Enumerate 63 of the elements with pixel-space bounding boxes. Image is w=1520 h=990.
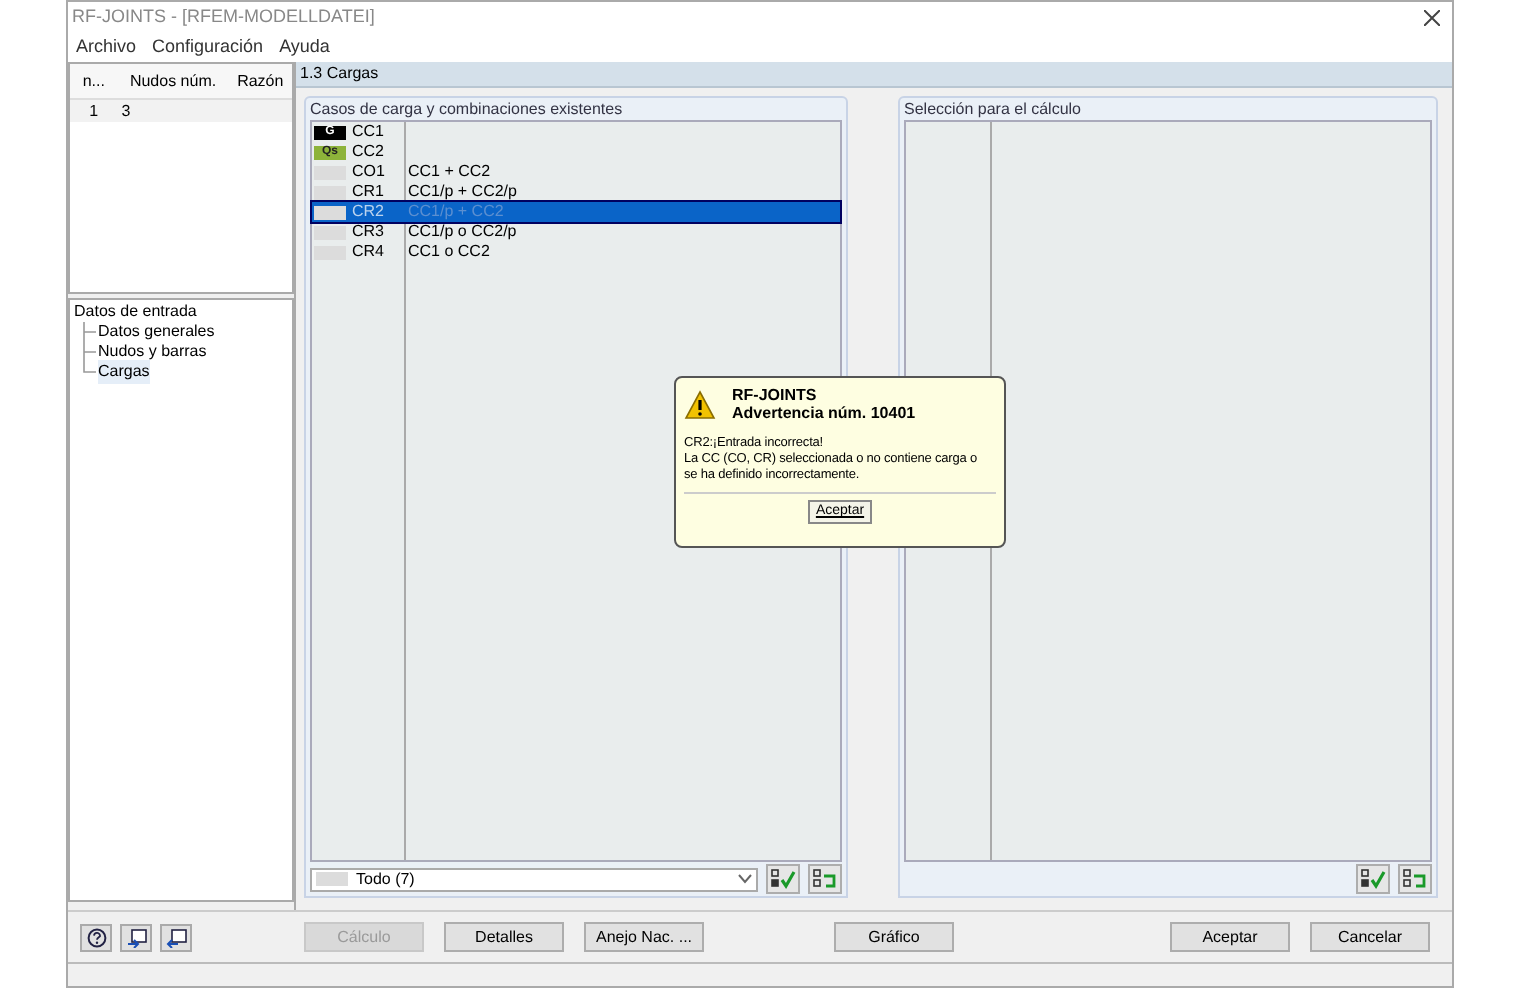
dialog-button[interactable]: Aceptar — [1170, 922, 1290, 952]
tree-item[interactable]: Nudos y barras — [98, 340, 207, 364]
load-case-name: CR3 — [350, 220, 387, 244]
invert-selection-button[interactable] — [1398, 864, 1432, 894]
warning-icon — [684, 390, 716, 420]
load-case-row[interactable]: CR2 CC1/p + CC2 — [312, 202, 840, 222]
load-case-row[interactable]: CR1 CC1/p + CC2/p — [312, 182, 840, 202]
group-title: Selección para el cálculo — [904, 97, 1081, 121]
swap-checkbox-icon — [812, 868, 839, 890]
filter-dropdown[interactable]: Todo (7) — [310, 867, 759, 891]
invert-selection-button[interactable] — [808, 864, 843, 894]
window-title: RF-JOINTS - [RFEM-MODELLDATEI] — [72, 4, 375, 31]
load-case-name: CR1 — [350, 180, 387, 204]
section-title: 1.3 Cargas — [300, 62, 379, 86]
dialog-button[interactable]: Cancelar — [1310, 922, 1430, 952]
load-case-description: CC1/p + CC2/p — [406, 180, 517, 204]
load-case-description: CC1/p + CC2 — [406, 200, 504, 224]
column-header: Razón — [235, 70, 286, 94]
menu-item[interactable]: Ayuda — [279, 34, 330, 62]
dialog-button[interactable]: Gráfico — [834, 922, 954, 952]
swap-checkbox-icon — [1402, 868, 1428, 890]
select-all-button[interactable] — [1356, 864, 1390, 894]
menu-item[interactable]: Archivo — [76, 34, 137, 62]
tree-item[interactable]: Datos generales — [98, 320, 215, 344]
close-icon — [1424, 10, 1440, 26]
load-case-name: CC1 — [350, 120, 387, 144]
load-type-tag — [314, 185, 346, 199]
toolbar-button[interactable] — [160, 923, 192, 951]
checkbox-check-icon — [770, 868, 797, 890]
table-cell-text: 1 — [87, 99, 101, 123]
load-case-name: CC2 — [350, 140, 387, 164]
select-all-button[interactable] — [766, 864, 801, 894]
dialog-subtitle: Advertencia núm. 10401 — [732, 404, 916, 422]
load-case-name: CR2 — [350, 200, 387, 224]
filter-value: Todo (7) — [356, 867, 417, 891]
tree-item[interactable]: Cargas — [98, 360, 150, 384]
table-cell-text: 3 — [119, 99, 133, 123]
load-case-description: CC1/p o CC2/p — [406, 220, 517, 244]
load-case-description: CC1 + CC2 — [406, 160, 491, 184]
dialog-button[interactable]: Detalles — [444, 922, 564, 952]
dialog-button[interactable]: Anejo Nac. ... — [584, 922, 704, 952]
load-case-name: CR4 — [350, 240, 387, 264]
load-type-tag — [314, 165, 346, 179]
column-header: n... — [80, 70, 107, 94]
load-type-tag — [314, 245, 346, 259]
dialog-title: RF-JOINTS — [732, 386, 819, 404]
toolbar-button[interactable] — [80, 923, 112, 951]
help-icon — [85, 927, 107, 947]
load-case-row[interactable]: CR3 CC1/p o CC2/p — [312, 222, 840, 242]
color-swatch-icon — [316, 872, 348, 886]
load-case-row[interactable]: CO1 CC1 + CC2 — [312, 162, 840, 182]
menu-item[interactable]: Configuración — [152, 34, 264, 62]
load-type-tag — [314, 205, 346, 219]
load-case-name: CO1 — [350, 160, 387, 184]
chevron-down-icon — [738, 874, 753, 884]
toolbar-button[interactable] — [120, 923, 152, 951]
load-case-row[interactable]: CR4 CC1 o CC2 — [312, 242, 840, 262]
column-header: Nudos núm. — [127, 70, 219, 94]
checkbox-check-icon — [1360, 868, 1386, 890]
group-title: Casos de carga y combinaciones existentes — [310, 97, 623, 121]
load-type-tag — [314, 225, 346, 239]
tree-item[interactable]: Datos de entrada — [74, 302, 292, 322]
load-case-description: CC1 o CC2 — [406, 240, 490, 264]
